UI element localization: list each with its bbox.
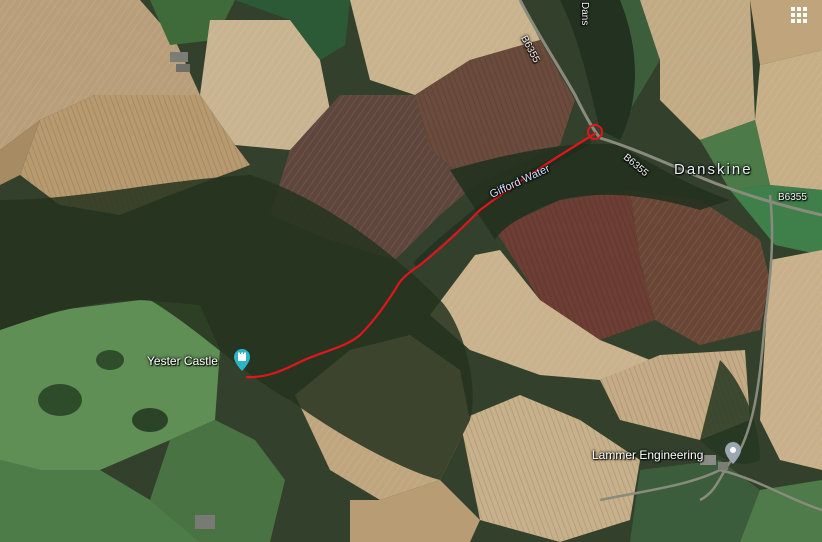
poi-label-lammer-engineering[interactable]: Lammer Engineering [592,448,703,462]
castle-pin-icon[interactable] [234,349,250,376]
place-pin-icon[interactable] [725,442,741,469]
grid-icon[interactable] [790,6,808,24]
road-label-east: B6355 [778,192,807,203]
place-label-danskine: Danskine [674,161,753,178]
road-label-dans: Dans [579,2,590,26]
poi-label-yester-castle[interactable]: Yester Castle [147,354,218,368]
map-view[interactable]: Danskine Gifford Water B6355 B6355 B6355… [0,0,822,542]
